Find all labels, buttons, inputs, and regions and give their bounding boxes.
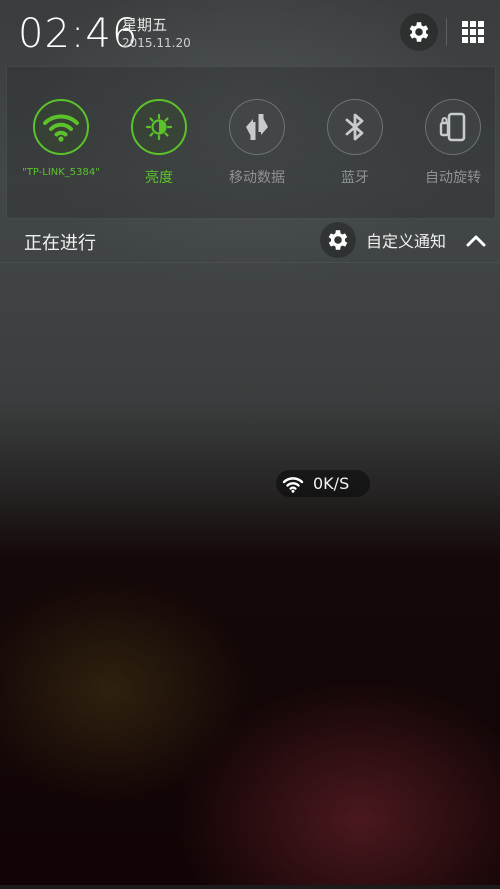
apps-grid-button[interactable] <box>453 13 493 51</box>
toggle-bluetooth-circle[interactable] <box>327 99 383 155</box>
toggle-mobile-data-label: 移动数据 <box>229 170 285 186</box>
toggle-auto-rotate[interactable]: 自动旋转 <box>407 99 499 187</box>
toggle-bluetooth[interactable]: 蓝牙 <box>309 99 401 187</box>
date-info[interactable]: 星期五 2015.11.20 <box>122 16 191 52</box>
auto-rotate-icon <box>439 112 466 142</box>
toggle-brightness-label: 亮度 <box>145 170 173 186</box>
bluetooth-icon <box>345 113 364 141</box>
clock-time[interactable]: 02:46 <box>18 10 138 58</box>
brightness-icon <box>145 113 173 141</box>
gear-icon <box>409 22 429 42</box>
chevron-up-icon <box>466 235 486 247</box>
ongoing-title: 正在进行 <box>24 233 96 254</box>
gear-icon <box>328 230 348 250</box>
network-speed-value: 0K/S <box>313 474 350 493</box>
toggle-mobile-data[interactable]: 移动数据 <box>211 99 303 187</box>
header-divider <box>446 18 447 46</box>
weekday-label: 星期五 <box>122 16 168 34</box>
toggle-wifi-circle[interactable] <box>33 99 89 155</box>
status-header: 02:46 星期五 2015.11.20 <box>0 0 500 66</box>
toggle-wifi[interactable]: "TP-LINK_5384" <box>15 99 107 178</box>
wifi-icon <box>282 476 304 493</box>
custom-notification-button[interactable]: 自定义通知 <box>320 222 446 258</box>
bottom-edge <box>0 885 500 889</box>
network-speed-indicator: 0K/S <box>276 470 370 497</box>
toggle-auto-rotate-label: 自动旋转 <box>425 170 481 186</box>
toggle-auto-rotate-circle[interactable] <box>425 99 481 155</box>
toggle-brightness-circle[interactable] <box>131 99 187 155</box>
toggle-mobile-data-circle[interactable] <box>229 99 285 155</box>
wifi-icon <box>43 114 79 142</box>
mobile-data-icon <box>246 114 268 140</box>
toggle-bluetooth-label: 蓝牙 <box>341 170 369 186</box>
toggle-wifi-label: "TP-LINK_5384" <box>22 167 100 178</box>
date-label: 2015.11.20 <box>122 36 191 50</box>
custom-notification-gear[interactable] <box>320 222 356 258</box>
toggle-brightness[interactable]: 亮度 <box>113 99 205 187</box>
collapse-button[interactable] <box>462 228 490 252</box>
speed-wifi-icon-wrap <box>282 475 304 493</box>
custom-notification-label[interactable]: 自定义通知 <box>366 228 446 252</box>
grid-icon <box>462 21 484 43</box>
ongoing-header: 正在进行 自定义通知 <box>0 218 500 263</box>
settings-button[interactable] <box>400 13 438 51</box>
quick-toggles-panel: "TP-LINK_5384" 亮度 移动数据 蓝牙 自动旋转 <box>6 66 496 219</box>
